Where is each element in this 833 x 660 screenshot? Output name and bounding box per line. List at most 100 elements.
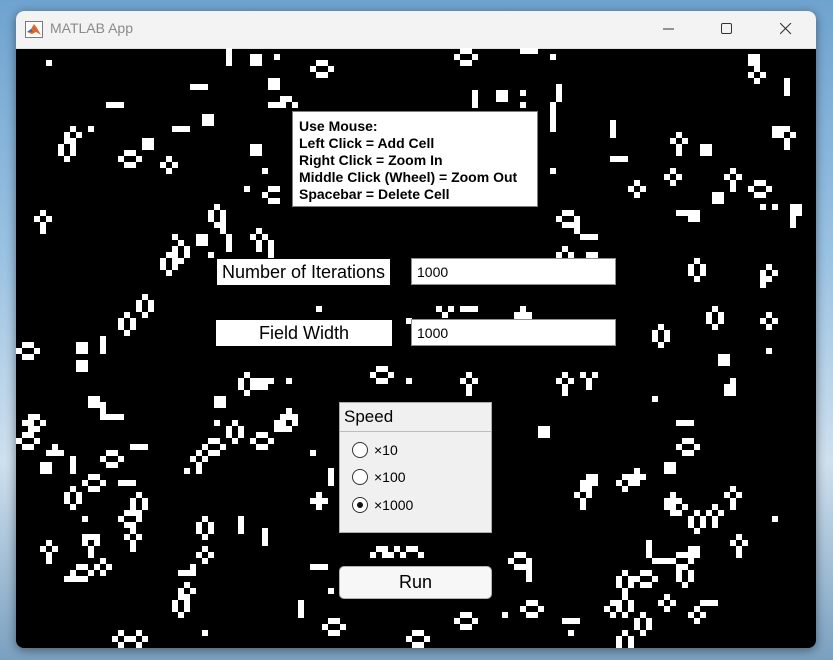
live-cell [118, 414, 124, 420]
live-cell [688, 546, 694, 552]
live-cell [46, 540, 52, 546]
live-cell [64, 156, 70, 162]
live-cell [472, 306, 478, 312]
live-cell [82, 348, 88, 354]
live-cell [124, 480, 130, 486]
live-cell [334, 618, 340, 624]
live-cell [664, 558, 670, 564]
live-cell [538, 432, 544, 438]
live-cell [724, 384, 730, 390]
live-cell [466, 624, 472, 630]
live-cell [64, 498, 70, 504]
live-cell [622, 486, 628, 492]
live-cell [52, 546, 58, 552]
live-cell [316, 564, 322, 570]
live-cell [658, 600, 664, 606]
live-cell [688, 438, 694, 444]
live-cell [70, 468, 76, 474]
live-cell [226, 246, 232, 252]
live-cell [610, 132, 616, 138]
live-cell [712, 324, 718, 330]
live-cell [70, 138, 76, 144]
live-cell [196, 84, 202, 90]
live-cell [202, 630, 208, 636]
title-bar[interactable]: MATLAB App [16, 11, 816, 49]
help-line: Middle Click (Wheel) = Zoom Out [299, 169, 518, 185]
live-cell [28, 414, 34, 420]
live-cell [190, 564, 196, 570]
live-cell [526, 564, 532, 570]
live-cell [712, 516, 718, 522]
live-cell [382, 546, 388, 552]
live-cell [238, 426, 244, 432]
live-cell [670, 498, 676, 504]
live-cell [100, 414, 106, 420]
close-button[interactable] [761, 11, 811, 48]
live-cell [172, 258, 178, 264]
live-cell [460, 378, 466, 384]
live-cell [628, 636, 634, 642]
live-cell [142, 504, 148, 510]
live-cell [568, 618, 574, 624]
live-cell [736, 546, 742, 552]
live-cell [124, 150, 130, 156]
live-cell [568, 378, 574, 384]
live-cell [538, 426, 544, 432]
live-cell [328, 630, 334, 636]
live-cell [322, 60, 328, 66]
live-cell [472, 378, 478, 384]
live-cell [226, 432, 232, 438]
live-cell [178, 570, 184, 576]
live-cell [730, 168, 736, 174]
live-cell [124, 162, 130, 168]
live-cell [328, 66, 334, 72]
live-cell [28, 354, 34, 360]
field-width-input[interactable] [411, 319, 616, 346]
live-cell [730, 186, 736, 192]
live-cell [286, 96, 292, 102]
live-cell [760, 72, 766, 78]
live-cell [88, 486, 94, 492]
live-cell [202, 456, 208, 462]
radio-circle-icon[interactable] [352, 442, 368, 458]
live-cell [262, 534, 268, 540]
live-cell [682, 564, 688, 570]
live-cell [466, 384, 472, 390]
live-cell [682, 138, 688, 144]
live-cell [100, 558, 106, 564]
maximize-button[interactable] [702, 11, 752, 48]
live-cell [28, 444, 34, 450]
live-cell [130, 324, 136, 330]
live-cell [760, 270, 766, 276]
run-button[interactable]: Run [339, 566, 492, 599]
speed-option-label: ×10 [374, 442, 398, 458]
radio-circle-icon[interactable] [352, 497, 368, 513]
live-cell [772, 318, 778, 324]
live-cell [64, 138, 70, 144]
radio-circle-icon[interactable] [352, 469, 368, 485]
live-cell [130, 162, 136, 168]
live-cell [166, 252, 172, 258]
live-cell [766, 312, 772, 318]
live-cell [646, 618, 652, 624]
live-cell [724, 354, 730, 360]
live-cell [532, 600, 538, 606]
live-cell [694, 444, 700, 450]
live-cell [514, 312, 520, 318]
live-cell [178, 612, 184, 618]
live-cell [664, 462, 670, 468]
live-cell [184, 126, 190, 132]
live-cell [688, 420, 694, 426]
live-cell [616, 600, 622, 606]
live-cell [556, 84, 562, 90]
live-cell [676, 552, 682, 558]
live-cell [730, 486, 736, 492]
live-cell [16, 348, 22, 354]
iterations-input[interactable] [411, 258, 616, 285]
live-cell [70, 570, 76, 576]
live-cell [466, 612, 472, 618]
minimize-button[interactable] [644, 11, 694, 48]
live-cell [202, 84, 208, 90]
live-cell [256, 228, 262, 234]
live-cell [550, 108, 556, 114]
